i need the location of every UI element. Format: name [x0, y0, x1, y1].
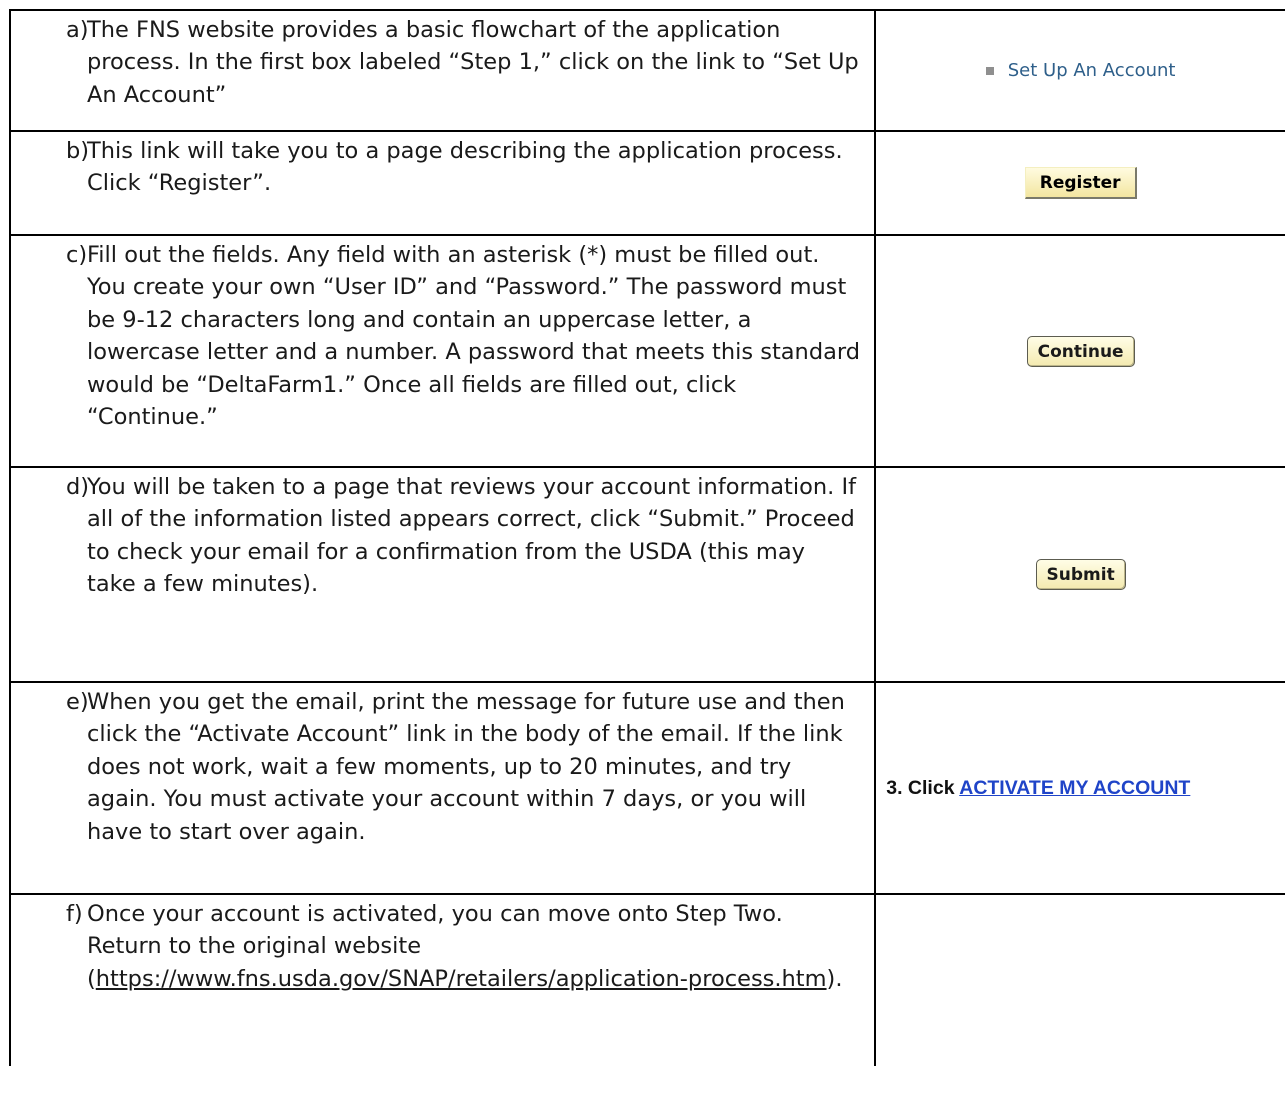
step-text-cell: b) This link will take you to a page des…	[8, 130, 877, 236]
step-text-cell: d) You will be taken to a page that revi…	[8, 466, 877, 683]
table-row: e) When you get the email, print the mes…	[8, 681, 1285, 895]
application-process-url-link[interactable]: https://www.fns.usda.gov/SNAP/retailers/…	[96, 966, 827, 992]
step-visual-cell: Register	[874, 130, 1285, 236]
step-text-cell: c) Fill out the fields. Any field with a…	[8, 234, 877, 468]
step-text-cell: f) Once your account is activated, you c…	[8, 893, 877, 1066]
step-text: The FNS website provides a basic flowcha…	[87, 17, 859, 108]
set-up-account-label: Set Up An Account	[1007, 60, 1176, 82]
activate-prefix: 3. Click	[886, 776, 960, 799]
step-marker: d)	[66, 474, 90, 500]
table-row: d) You will be taken to a page that revi…	[8, 466, 1285, 683]
step-text-cell: e) When you get the email, print the mes…	[8, 681, 877, 895]
register-button[interactable]: Register	[1024, 167, 1137, 199]
step-marker: a)	[66, 17, 89, 43]
step-text: Once your account is activated, you can …	[87, 898, 874, 995]
step-marker: e)	[66, 689, 89, 715]
step-text: Fill out the fields. Any field with an a…	[87, 242, 861, 431]
set-up-account-link[interactable]: Set Up An Account	[985, 60, 1176, 82]
step-text-cell: a) The FNS website provides a basic flow…	[8, 9, 877, 132]
step-visual-cell: 3. Click ACTIVATE MY ACCOUNT	[874, 681, 1285, 895]
continue-button[interactable]: Continue	[1026, 335, 1135, 367]
step-visual-cell	[874, 893, 1285, 1066]
table-row: a) The FNS website provides a basic flow…	[8, 9, 1285, 132]
step-visual-cell: Submit	[874, 466, 1285, 683]
activate-account-link[interactable]: ACTIVATE MY ACCOUNT	[959, 777, 1190, 799]
step-visual-cell: Set Up An Account	[874, 9, 1285, 132]
step-text: This link will take you to a page descri…	[87, 138, 843, 197]
table-row: b) This link will take you to a page des…	[8, 130, 1285, 236]
table-row: f) Once your account is activated, you c…	[8, 893, 1285, 1066]
step-visual-cell: Continue	[874, 234, 1285, 468]
instruction-table: a) The FNS website provides a basic flow…	[8, 9, 1285, 1066]
step-marker: c)	[66, 242, 88, 268]
step-text-after: ).	[826, 965, 843, 992]
submit-button[interactable]: Submit	[1035, 559, 1126, 590]
table-row: c) Fill out the fields. Any field with a…	[8, 234, 1285, 468]
step-text: You will be taken to a page that reviews…	[87, 474, 857, 598]
step-marker: f)	[66, 901, 83, 927]
step-marker: b)	[66, 138, 90, 164]
step-text: When you get the email, print the messag…	[87, 689, 845, 845]
activate-instruction: 3. Click ACTIVATE MY ACCOUNT	[876, 777, 1285, 800]
square-bullet-icon	[985, 66, 994, 75]
